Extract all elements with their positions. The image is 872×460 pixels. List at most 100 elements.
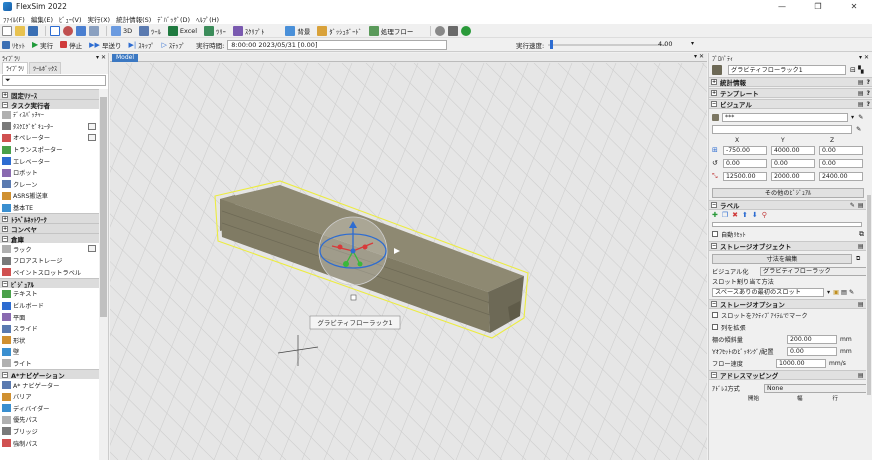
layout-icon[interactable]: ▤ — [858, 202, 864, 209]
menu-execute[interactable]: 実行(X) — [88, 14, 111, 24]
save-icon[interactable] — [28, 25, 38, 36]
reset-button[interactable]: ﾘｾｯﾄ — [2, 40, 25, 50]
labels-table[interactable] — [712, 221, 862, 227]
properties-scrollbar[interactable] — [866, 145, 872, 460]
menu-debug[interactable]: ﾃﾞﾊﾞｯｸﾞ(D) — [157, 14, 190, 24]
expand-icon[interactable]: − — [2, 280, 8, 287]
position-z-field[interactable]: 0.00 — [819, 146, 863, 155]
y-offset-field[interactable]: 0.00 — [787, 346, 837, 356]
library-item[interactable]: ラック — [0, 243, 99, 255]
slot-assign-field[interactable]: スペースありの最初のスロット — [712, 287, 824, 297]
section-storage-object[interactable]: −ストレージオブジェクト▤? — [709, 241, 872, 251]
label-copy-icon[interactable]: ⧉ — [859, 230, 864, 239]
run-time-field[interactable]: 8:00:00 2023/05/31 [0.00] — [227, 39, 448, 50]
library-item[interactable]: ライト — [0, 358, 99, 370]
library-category[interactable]: + コンベヤ — [0, 223, 99, 234]
minimize-button[interactable]: — — [764, 0, 800, 13]
expand-icon[interactable]: + — [2, 225, 8, 232]
library-category[interactable]: − タスク実行者 — [0, 99, 99, 110]
model-viewport[interactable]: Model ▾ ✕ グラビティフローラック1 — [110, 53, 707, 460]
library-item[interactable]: クレーン — [0, 179, 99, 191]
auto-reset-checkbox[interactable] — [712, 231, 718, 237]
shelf-tilt-field[interactable]: 200.00 — [787, 334, 837, 344]
expand-icon[interactable]: − — [2, 235, 8, 242]
library-item[interactable]: ロボット — [0, 167, 99, 179]
new-file-icon[interactable] — [2, 25, 12, 36]
stop-button[interactable]: 停止 — [60, 40, 82, 50]
run-button[interactable]: ▶ 実行 — [32, 40, 53, 50]
size-z-field[interactable]: 2400.00 — [819, 172, 863, 181]
library-item[interactable]: 形状 — [0, 335, 99, 347]
create-mode-icon[interactable] — [76, 25, 86, 36]
edit-dimensions-button[interactable]: 寸法を編集 — [712, 254, 852, 264]
expand-item-icon[interactable] — [88, 122, 96, 130]
chevron-down-icon[interactable]: ▾ — [691, 40, 694, 47]
color-field[interactable] — [712, 124, 852, 134]
chevron-down-icon[interactable]: ▾ — [827, 289, 830, 296]
menu-statistics[interactable]: 統計情報(S) — [116, 14, 151, 24]
section-template[interactable]: + テンプレート ▤? — [709, 88, 872, 98]
fast-forward-button[interactable]: ▶▶ 早送り — [89, 40, 121, 50]
layout-icon[interactable]: ▤ — [858, 372, 864, 379]
library-item[interactable]: 平面 — [0, 311, 99, 323]
edit-icon[interactable]: ✎ — [850, 202, 855, 209]
section-storage-options[interactable]: −ストレージオプション▤? — [709, 299, 872, 309]
step-button[interactable]: ▷ ｽﾃｯﾌﾟ — [161, 40, 185, 50]
position-x-field[interactable]: -750.00 — [723, 146, 767, 155]
pin-icon[interactable]: ⚲ — [762, 211, 767, 219]
script-button[interactable]: ｽｸﾘﾌﾟﾄ — [232, 25, 264, 36]
excel-button[interactable]: Excel — [167, 25, 197, 36]
expand-item-icon[interactable] — [88, 134, 96, 142]
expand-icon[interactable]: − — [2, 101, 8, 108]
layout-icon[interactable]: ▤ — [858, 101, 864, 108]
flow-speed-field[interactable]: 1000.00 — [776, 358, 826, 368]
visualization-select[interactable]: グラビティフローラック — [760, 266, 868, 276]
tab-model[interactable]: Model — [112, 54, 139, 62]
gear-icon[interactable] — [435, 25, 446, 36]
library-category[interactable]: − A*ナビゲーション — [0, 369, 99, 380]
library-item[interactable]: A* ナビゲーター — [0, 379, 99, 391]
library-item[interactable]: エレベーター — [0, 155, 99, 167]
layout-icon[interactable]: ▤ — [858, 243, 864, 250]
select-mode-icon[interactable] — [50, 25, 60, 36]
extend-columns-checkbox[interactable] — [712, 324, 718, 330]
eyedropper-icon[interactable]: ✎ — [856, 126, 861, 133]
open-folder-icon[interactable] — [15, 25, 25, 36]
menu-file[interactable]: ﾌｧｲﾙ(F) — [3, 14, 25, 24]
library-category[interactable]: − 倉庫 — [0, 233, 99, 244]
library-item[interactable]: ブリッジ — [0, 426, 99, 438]
tab-library[interactable]: ﾗｲﾌﾞﾗﾘ — [2, 62, 29, 74]
code-icon[interactable]: ▤ — [841, 289, 847, 296]
chevron-down-icon[interactable]: ▾ — [851, 114, 854, 121]
mark-slots-checkbox[interactable] — [712, 312, 718, 318]
section-labels[interactable]: −ラベル✎▤? — [709, 200, 872, 210]
size-y-field[interactable]: 2000.00 — [771, 172, 815, 181]
resize-handle[interactable] — [350, 294, 357, 301]
section-visual[interactable]: − ビジュアル ▤? — [709, 99, 872, 109]
library-item[interactable]: トランスポーター — [0, 144, 99, 156]
help-icon[interactable] — [461, 25, 472, 36]
library-item[interactable]: ASRS搬送車 — [0, 190, 99, 202]
template-icon[interactable]: ▣ — [833, 289, 839, 296]
close-button[interactable]: ✕ — [836, 0, 872, 13]
position-y-field[interactable]: 4000.00 — [771, 146, 815, 155]
layout-icon[interactable]: ▤ — [858, 90, 864, 97]
shape-field[interactable]: *** — [722, 112, 848, 122]
library-item[interactable]: バリア — [0, 391, 99, 403]
section-address-mapping[interactable]: −アドレスマッピング▤? — [709, 370, 872, 380]
model-3d-view[interactable]: グラビティフローラック1 — [110, 63, 707, 460]
library-item[interactable]: ディバイダー — [0, 402, 99, 414]
rotation-x-field[interactable]: 0.00 — [723, 159, 767, 168]
library-category[interactable]: + ﾄﾗﾍﾞﾙﾈｯﾄﾜｰｸ — [0, 213, 99, 224]
layout-icon[interactable]: ▤ — [858, 301, 864, 308]
move-down-icon[interactable]: ⬇ — [752, 211, 758, 219]
library-item[interactable]: ビルボード — [0, 300, 99, 312]
library-item[interactable]: フロアストレージ — [0, 255, 99, 267]
library-item[interactable]: 優先パス — [0, 414, 99, 426]
help-icon[interactable]: ? — [867, 90, 870, 97]
duplicate-icon[interactable]: ❐ — [722, 211, 728, 219]
library-item[interactable]: 強制パス — [0, 437, 99, 449]
process-flow-button[interactable]: 処理フロー — [368, 25, 413, 36]
view-mode-icon[interactable] — [89, 25, 99, 36]
dashboard-button[interactable]: ﾀﾞｯｼｭﾎﾞｰﾄﾞ — [317, 25, 362, 36]
